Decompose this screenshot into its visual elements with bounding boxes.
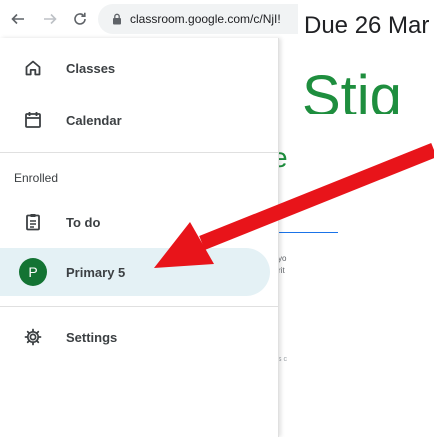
nav-item-settings[interactable]: Settings: [0, 313, 270, 361]
background-rule: [278, 232, 338, 233]
nav-item-label: Classes: [66, 60, 116, 76]
url-text: classroom.google.com/c/NjI!: [130, 12, 281, 26]
lock-icon: [113, 13, 121, 25]
section-label-enrolled: Enrolled: [14, 171, 59, 185]
drawer-divider: [0, 306, 279, 307]
nav-item-label: To do: [66, 214, 101, 230]
calendar-icon: [22, 109, 44, 131]
class-avatar: P: [19, 258, 47, 286]
nav-item-label: Calendar: [66, 112, 122, 128]
forward-arrow-icon[interactable]: [40, 9, 60, 29]
nav-item-primary-5[interactable]: P Primary 5: [0, 248, 270, 296]
assignment-title: Stig: [302, 68, 402, 114]
background-page: Due 26 Mar Stig e yo rit s c: [278, 0, 434, 437]
browser-toolbar: classroom.google.com/c/NjI!: [0, 0, 298, 38]
nav-item-classes[interactable]: Classes: [0, 44, 270, 92]
reload-icon[interactable]: [70, 9, 90, 29]
due-date-text: Due 26 Mar: [304, 12, 430, 39]
background-snippet: rit: [278, 266, 285, 275]
nav-item-calendar[interactable]: Calendar: [0, 96, 270, 144]
background-snippet: s c: [278, 356, 287, 363]
drawer-divider: [0, 152, 279, 153]
back-arrow-icon[interactable]: [8, 9, 28, 29]
background-snippet: yo: [278, 254, 287, 263]
gear-icon: [22, 326, 44, 348]
nav-item-todo[interactable]: To do: [0, 198, 270, 246]
todo-clipboard-icon: [22, 211, 44, 233]
address-bar[interactable]: classroom.google.com/c/NjI!: [98, 4, 298, 34]
navigation-drawer: Classes Calendar Enrolled To do P Primar…: [0, 38, 279, 437]
nav-item-label: Settings: [66, 329, 118, 345]
background-fragment-letter: e: [278, 142, 288, 173]
home-icon: [22, 57, 44, 79]
nav-item-label: Primary 5: [66, 264, 126, 280]
